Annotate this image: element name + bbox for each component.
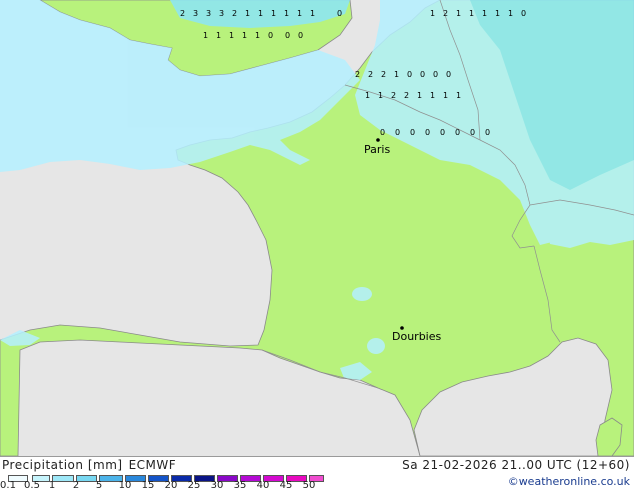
grid-value: 0 xyxy=(380,128,385,137)
city-label: Dourbies xyxy=(392,330,442,343)
credit-link[interactable]: ©weatheronline.co.uk xyxy=(508,475,630,488)
grid-value: 1 xyxy=(284,9,289,18)
grid-value: 1 xyxy=(378,91,383,100)
grid-value: 2 xyxy=(355,70,360,79)
grid-value: 0 xyxy=(521,9,526,18)
grid-value: 2 xyxy=(381,70,386,79)
grid-value: 1 xyxy=(365,91,370,100)
grid-value: 0 xyxy=(446,70,451,79)
grid-value: 2 xyxy=(368,70,373,79)
grid-value: 1 xyxy=(443,91,448,100)
grid-value: 0 xyxy=(268,31,273,40)
grid-value: 1 xyxy=(310,9,315,18)
grid-value: 1 xyxy=(417,91,422,100)
grid-value: 1 xyxy=(469,9,474,18)
grid-value: 0 xyxy=(298,31,303,40)
city-marker xyxy=(376,138,380,142)
grid-value: 1 xyxy=(482,9,487,18)
precipitation-map: 2 3 3 3 2 1 1 1 1 1 1 0 1 2 1 1 1 1 1 0 … xyxy=(0,0,634,456)
city-label: Paris xyxy=(364,143,390,156)
legend-variable: Precipitation [mm] xyxy=(2,458,123,472)
grid-value: 3 xyxy=(219,9,224,18)
grid-value: 0 xyxy=(440,128,445,137)
grid-value: 0 xyxy=(485,128,490,137)
grid-value: 1 xyxy=(203,31,208,40)
grid-value: 1 xyxy=(394,70,399,79)
grid-value: 2 xyxy=(232,9,237,18)
grid-value: 0 xyxy=(425,128,430,137)
grid-value: 1 xyxy=(216,31,221,40)
grid-value: 1 xyxy=(508,9,513,18)
grid-value: 1 xyxy=(255,31,260,40)
grid-value: 1 xyxy=(430,91,435,100)
valid-time: Sa 21-02-2026 21..00 UTC (12+60) xyxy=(402,458,630,472)
grid-value: 0 xyxy=(420,70,425,79)
grid-value: 0 xyxy=(470,128,475,137)
grid-value: 0 xyxy=(395,128,400,137)
precip-patch-south xyxy=(367,338,385,354)
grid-value: 0 xyxy=(407,70,412,79)
grid-value: 3 xyxy=(193,9,198,18)
grid-value: 1 xyxy=(242,31,247,40)
grid-value: 1 xyxy=(430,9,435,18)
legend-bar: Precipitation [mm] ECMWF 0.1 0.5 1 2 5 10 15 20 2… xyxy=(0,456,634,491)
grid-value: 0 xyxy=(433,70,438,79)
grid-value: 2 xyxy=(443,9,448,18)
grid-value: 0 xyxy=(337,9,342,18)
grid-value: 1 xyxy=(297,9,302,18)
legend-title: Precipitation [mm] ECMWF xyxy=(2,458,176,472)
grid-value: 2 xyxy=(404,91,409,100)
precip-patch-center xyxy=(352,287,372,301)
grid-value: 1 xyxy=(245,9,250,18)
grid-value: 2 xyxy=(180,9,185,18)
grid-value: 2 xyxy=(391,91,396,100)
grid-value: 0 xyxy=(455,128,460,137)
grid-value: 0 xyxy=(285,31,290,40)
grid-value: 1 xyxy=(258,9,263,18)
grid-value: 1 xyxy=(456,91,461,100)
grid-value: 1 xyxy=(456,9,461,18)
grid-value: 1 xyxy=(495,9,500,18)
grid-value: 3 xyxy=(206,9,211,18)
grid-value: 0 xyxy=(410,128,415,137)
legend-model: ECMWF xyxy=(128,458,177,472)
grid-value: 1 xyxy=(271,9,276,18)
grid-value: 1 xyxy=(229,31,234,40)
